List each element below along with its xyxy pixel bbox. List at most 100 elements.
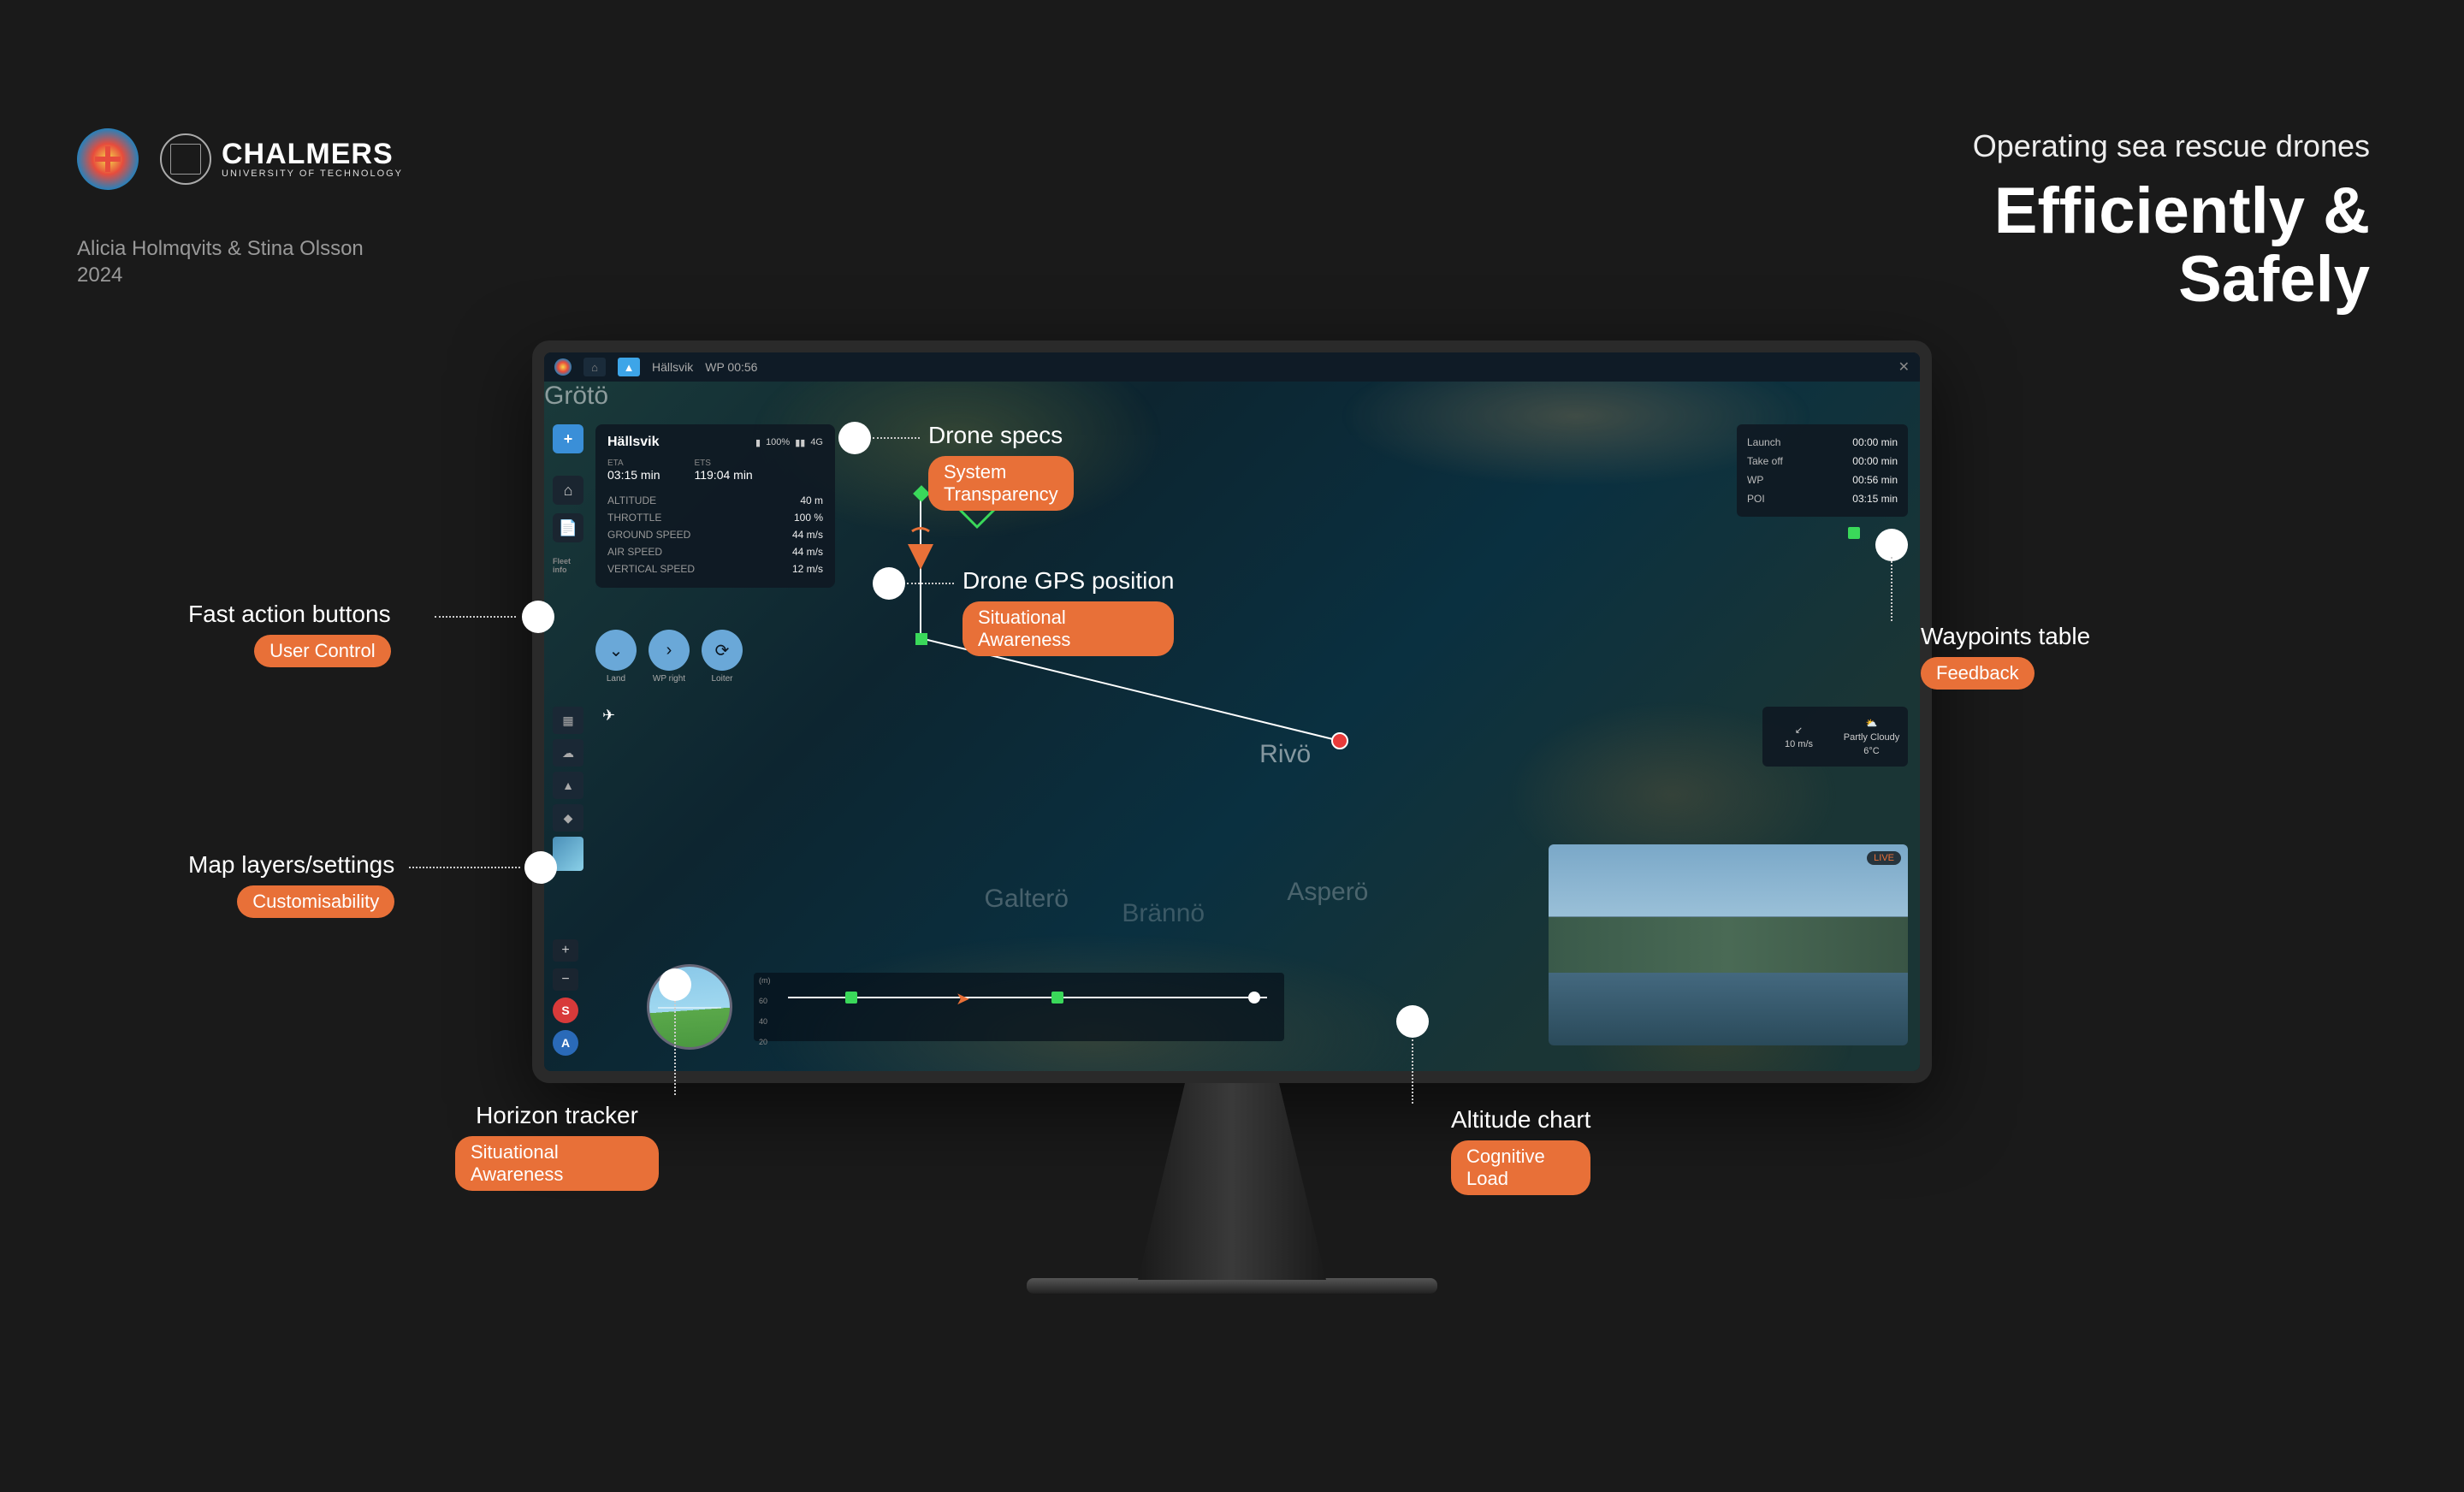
wp-k: Take off xyxy=(1747,455,1783,467)
add-button[interactable]: + xyxy=(553,424,583,453)
layer-grid-button[interactable]: ▦ xyxy=(553,707,583,734)
action-wp-right[interactable]: ›WP right xyxy=(649,630,690,684)
ann-tag: System Transparency xyxy=(928,456,1074,511)
title-pretitle: Operating sea rescue drones xyxy=(1973,128,2370,164)
alt-tick: 20 xyxy=(759,1038,771,1046)
ann-title: Fast action buttons xyxy=(188,601,391,628)
wp-k: Launch xyxy=(1747,436,1780,448)
spec-v: 100 % xyxy=(794,512,823,524)
wp-v: 03:15 min xyxy=(1852,493,1898,505)
nav-fleet-button[interactable]: Fleet info xyxy=(553,551,583,580)
ann-tag: Customisability xyxy=(237,885,394,918)
wp-v: 00:56 min xyxy=(1852,474,1898,486)
waypoints-panel: Launch 00:00 min Take off 00:00 min WP 00:5… xyxy=(1737,424,1908,517)
camera-live-badge: LIVE xyxy=(1867,851,1901,865)
alt-tick: 60 xyxy=(759,997,771,1005)
chalmers-subtitle: UNIVERSITY OF TECHNOLOGY xyxy=(222,169,403,179)
eta-value: 03:15 min xyxy=(607,468,660,482)
layer-cloud-button[interactable]: ☁ xyxy=(553,739,583,767)
stop-button[interactable]: S xyxy=(553,998,578,1023)
ann-tag: Cognitive Load xyxy=(1451,1140,1590,1195)
spec-v: 44 m/s xyxy=(792,546,823,558)
ets-label: ETS xyxy=(694,459,752,468)
action-land[interactable]: ⌄Land xyxy=(595,630,637,684)
wind-value: 10 m/s xyxy=(1785,739,1813,749)
header: CHALMERS UNIVERSITY OF TECHNOLOGY xyxy=(77,128,403,190)
ann-tag: Situational Awareness xyxy=(455,1136,659,1191)
monitor-bezel: ⌂ ▲ Hällsvik WP 00:56 ✕ Grötö Rivö Galte… xyxy=(532,340,1932,1083)
wp-v: 00:00 min xyxy=(1852,455,1898,467)
ann-title: Drone GPS position xyxy=(962,567,1174,595)
title-line2: Safely xyxy=(1973,246,2370,314)
action-loiter[interactable]: ⟳Loiter xyxy=(702,630,743,684)
layer-satellite-button[interactable] xyxy=(553,837,583,871)
tab-home[interactable]: ⌂ xyxy=(583,358,606,376)
wp-k: POI xyxy=(1747,493,1765,505)
camera-feed[interactable]: ⛶ LIVE xyxy=(1549,844,1908,1045)
layer-nav-button[interactable]: ▲ xyxy=(553,772,583,799)
auto-button[interactable]: A xyxy=(553,1030,578,1056)
ann-tag: Feedback xyxy=(1921,657,2035,690)
ann-tag: User Control xyxy=(254,635,390,667)
map-layers-rail: ▦ ☁ ▲ ◆ xyxy=(553,707,589,871)
monitor-mockup: ⌂ ▲ Hällsvik WP 00:56 ✕ Grötö Rivö Galte… xyxy=(532,340,1932,1294)
weather-icon: ⛅ xyxy=(1866,718,1878,729)
battery-value: 100% xyxy=(766,437,790,447)
weather-cond: Partly Cloudy xyxy=(1844,732,1899,743)
signal-icon: ▮▮ xyxy=(795,437,805,448)
signal-value: 4G xyxy=(810,437,823,447)
nav-home-button[interactable]: ⌂ xyxy=(553,476,583,505)
drone-name: Hällsvik xyxy=(607,435,659,450)
monitor-screen: ⌂ ▲ Hällsvik WP 00:56 ✕ Grötö Rivö Galte… xyxy=(544,352,1920,1071)
nav-doc-button[interactable]: 📄 xyxy=(553,513,583,542)
spec-v: 40 m xyxy=(800,494,823,506)
battery-icon: ▮ xyxy=(755,437,761,448)
zoom-in-button[interactable]: + xyxy=(553,939,578,962)
monitor-stand xyxy=(1138,1083,1326,1280)
titlebar-location: Hällsvik xyxy=(652,360,693,374)
layer-pin-button[interactable]: ◆ xyxy=(553,804,583,832)
alt-wp-marker xyxy=(1051,992,1063,1004)
ann-title: Horizon tracker xyxy=(476,1102,638,1129)
ann-title: Drone specs xyxy=(928,422,1063,449)
app-titlebar: ⌂ ▲ Hällsvik WP 00:56 ✕ xyxy=(544,352,1920,382)
fast-actions: ⌄Land ›WP right ⟳Loiter xyxy=(595,630,743,684)
credits-authors: Alicia Holmqvits & Stina Olsson xyxy=(77,235,364,262)
zoom-out-button[interactable]: − xyxy=(553,968,578,991)
credits-year: 2024 xyxy=(77,262,364,288)
spec-k: VERTICAL SPEED xyxy=(607,563,695,575)
monitor-base xyxy=(1027,1278,1437,1294)
left-rail: + ⌂ 📄 Fleet info xyxy=(553,424,589,580)
wp-k: WP xyxy=(1747,474,1763,486)
alt-tick: 40 xyxy=(759,1017,771,1026)
alt-unit: (m) xyxy=(759,976,771,985)
title-line1: Efficiently & xyxy=(1973,177,2370,246)
map-view[interactable]: Grötö Rivö Galterö Brännö Asperö + xyxy=(544,382,1920,1071)
spec-k: AIR SPEED xyxy=(607,546,662,558)
ann-title: Map layers/settings xyxy=(188,851,394,879)
chalmers-title: CHALMERS xyxy=(222,139,403,169)
sea-rescue-logo xyxy=(77,128,139,190)
spec-v: 44 m/s xyxy=(792,529,823,541)
ets-value: 119:04 min xyxy=(694,468,752,482)
close-icon[interactable]: ✕ xyxy=(1898,358,1910,376)
eta-label: ETA xyxy=(607,459,660,468)
land-icon: ⌄ xyxy=(595,630,637,671)
spec-v: 12 m/s xyxy=(792,563,823,575)
wp-v: 00:00 min xyxy=(1852,436,1898,448)
ann-title: Altitude chart xyxy=(1451,1106,1590,1134)
chalmers-logo: CHALMERS UNIVERSITY OF TECHNOLOGY xyxy=(160,133,403,185)
drone-specs-panel: Hällsvik ▮ 100% ▮▮ 4G ETA03:15 min ETS11… xyxy=(595,424,835,588)
spec-k: THROTTLE xyxy=(607,512,661,524)
spec-k: ALTITUDE xyxy=(607,494,656,506)
wind-icon: ↙ xyxy=(1795,725,1803,736)
tab-map[interactable]: ▲ xyxy=(618,358,640,376)
app-logo-icon xyxy=(554,358,572,376)
alt-end-marker xyxy=(1248,992,1260,1004)
title-block: Operating sea rescue drones Efficiently … xyxy=(1973,128,2370,314)
ann-tag: Situational Awareness xyxy=(962,601,1174,656)
bottom-rail: + − S A xyxy=(553,939,578,1056)
titlebar-wp: WP 00:56 xyxy=(705,360,757,374)
chalmers-crest-icon xyxy=(160,133,211,185)
ann-title: Waypoints table xyxy=(1921,623,2090,650)
